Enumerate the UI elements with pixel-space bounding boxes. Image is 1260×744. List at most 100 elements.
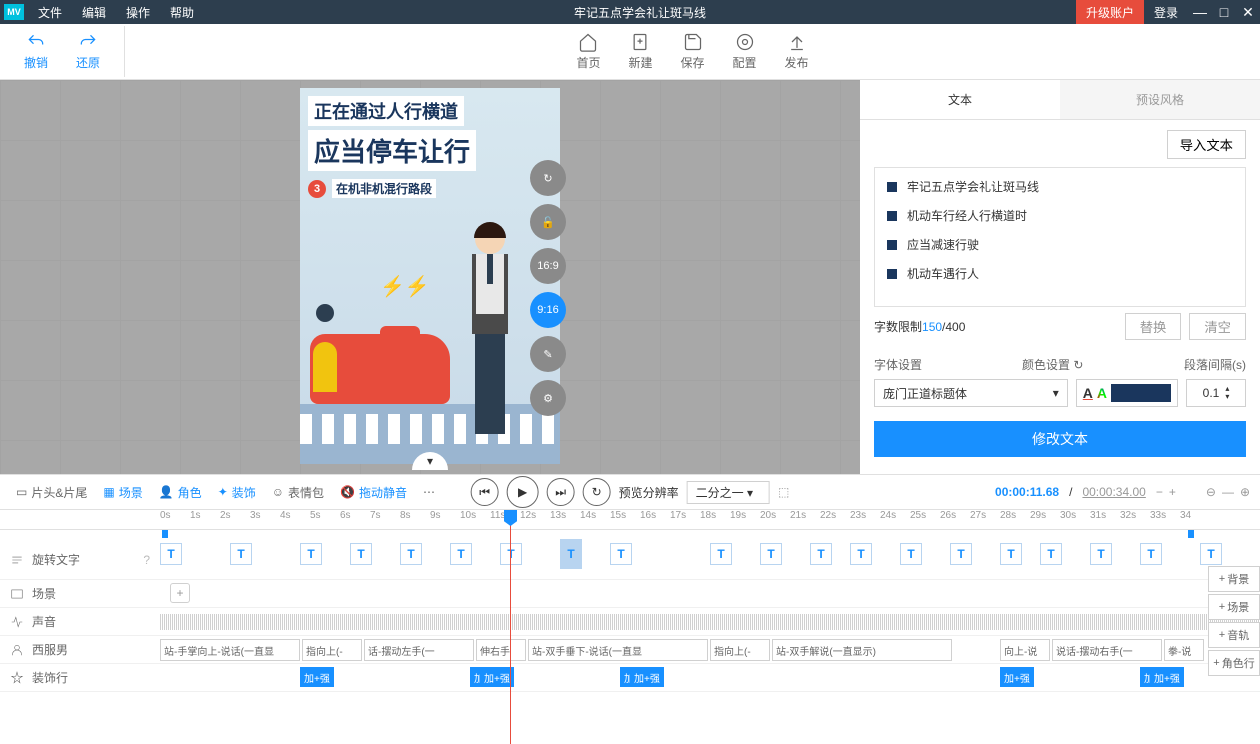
import-text-button[interactable]: 导入文本 bbox=[1167, 130, 1246, 159]
home-button[interactable]: 首页 bbox=[562, 26, 614, 77]
close-icon[interactable]: ✕ bbox=[1236, 4, 1260, 21]
edit-tool-icon[interactable]: ✎ bbox=[530, 336, 566, 372]
deco-clip[interactable]: 加+强 bbox=[1000, 667, 1034, 687]
upgrade-button[interactable]: 升级账户 bbox=[1076, 0, 1144, 24]
ratio-169-button[interactable]: 16:9 bbox=[530, 248, 566, 284]
redo-button[interactable]: 还原 bbox=[62, 26, 114, 77]
zoom-in-icon[interactable]: + bbox=[1169, 485, 1176, 499]
minimize-icon[interactable]: — bbox=[1188, 4, 1212, 20]
canvas-area[interactable]: 正在通过人行横道 应当停车让行 3 在机非机混行路段 ⚡⚡ ↻ 🔓 16:9 9… bbox=[0, 80, 860, 474]
font-select[interactable]: 庞门正道标题体▾ bbox=[874, 379, 1068, 407]
text-clip[interactable]: T bbox=[1040, 543, 1062, 565]
text-item[interactable]: 应当减速行驶 bbox=[875, 230, 1245, 259]
playhead[interactable] bbox=[510, 510, 511, 744]
text-clip[interactable]: T bbox=[560, 539, 582, 569]
menu-help[interactable]: 帮助 bbox=[160, 4, 204, 21]
play-button[interactable]: ▶ bbox=[507, 476, 539, 508]
menu-edit[interactable]: 编辑 bbox=[72, 4, 116, 21]
text-list[interactable]: 牢记五点学会礼让斑马线 机动车行经人行横道时 应当减速行驶 机动车遇行人 bbox=[874, 167, 1246, 307]
gap-stepper[interactable]: 0.1 ▴▾ bbox=[1186, 379, 1246, 407]
text-clip[interactable]: T bbox=[450, 543, 472, 565]
save-button[interactable]: 保存 bbox=[667, 26, 719, 77]
tab-text[interactable]: 文本 bbox=[860, 80, 1060, 119]
text-clip[interactable]: T bbox=[1140, 543, 1162, 565]
action-clip[interactable]: 指向上(- bbox=[302, 639, 362, 661]
add-scene-side-button[interactable]: + 场景 bbox=[1208, 594, 1260, 620]
add-audio-button[interactable]: + 音轨 bbox=[1208, 622, 1260, 648]
zoom-out2-icon[interactable]: ⊖ bbox=[1206, 485, 1216, 499]
text-clip[interactable]: T bbox=[1200, 543, 1222, 565]
text-clip[interactable]: T bbox=[400, 543, 422, 565]
mute-drag-button[interactable]: 🔇 拖动静音 bbox=[334, 480, 413, 505]
role-button[interactable]: 👤 角色 bbox=[153, 480, 208, 505]
head-tail-button[interactable]: ▭ 片头&片尾 bbox=[10, 480, 93, 505]
zoom-out-icon[interactable]: − bbox=[1156, 485, 1163, 499]
action-clip[interactable]: 伸右手 bbox=[476, 639, 526, 661]
deco-clip[interactable]: 加+强 bbox=[1150, 667, 1184, 687]
menu-file[interactable]: 文件 bbox=[28, 4, 72, 21]
color-swatch[interactable] bbox=[1111, 384, 1171, 402]
undo-button[interactable]: 撤销 bbox=[10, 26, 62, 77]
lock-tool-icon[interactable]: 🔓 bbox=[530, 204, 566, 240]
clear-button[interactable]: 清空 bbox=[1189, 313, 1246, 340]
add-bg-button[interactable]: + 背景 bbox=[1208, 566, 1260, 592]
deco-clip[interactable]: 加+强 bbox=[300, 667, 334, 687]
action-clip[interactable]: 站-双手垂下-说话(一直显 bbox=[528, 639, 708, 661]
tab-preset[interactable]: 预设风格 bbox=[1060, 80, 1260, 119]
deco-button[interactable]: ✦ 装饰 bbox=[212, 480, 262, 505]
new-button[interactable]: 新建 bbox=[614, 26, 666, 77]
timeline-ruler[interactable]: 0s1s2s3s4s5s6s7s8s9s10s11s12s13s14s15s16… bbox=[0, 510, 1260, 530]
zoom-in2-icon[interactable]: ⊕ bbox=[1240, 485, 1250, 499]
text-clip[interactable]: T bbox=[350, 543, 372, 565]
deco-clip[interactable]: 加+强 bbox=[480, 667, 514, 687]
config-button[interactable]: 配置 bbox=[719, 26, 771, 77]
canvas[interactable]: 正在通过人行横道 应当停车让行 3 在机非机混行路段 ⚡⚡ bbox=[300, 88, 560, 464]
scene-button[interactable]: ▦ 场景 bbox=[97, 480, 148, 505]
text-clip[interactable]: T bbox=[610, 543, 632, 565]
help-icon[interactable]: ? bbox=[143, 553, 150, 567]
menu-action[interactable]: 操作 bbox=[116, 4, 160, 21]
add-role-row-button[interactable]: + 角色行 bbox=[1208, 650, 1260, 676]
next-button[interactable]: ⏭ bbox=[547, 478, 575, 506]
loop-button[interactable]: ↻ bbox=[583, 478, 611, 506]
text-color-button[interactable]: A bbox=[1083, 385, 1093, 401]
text-clip[interactable]: T bbox=[950, 543, 972, 565]
sound-track[interactable] bbox=[160, 608, 1260, 635]
settings-tool-icon[interactable]: ⚙ bbox=[530, 380, 566, 416]
action-clip[interactable]: 站-手掌向上-说话(一直显 bbox=[160, 639, 300, 661]
text-clip[interactable]: T bbox=[760, 543, 782, 565]
marker-end[interactable] bbox=[1188, 530, 1194, 538]
emoji-button[interactable]: ☺ 表情包 bbox=[266, 480, 330, 505]
text-clip[interactable]: T bbox=[710, 543, 732, 565]
text-item[interactable]: 机动车遇行人 bbox=[875, 259, 1245, 288]
publish-button[interactable]: 发布 bbox=[771, 26, 823, 77]
text-clip[interactable]: T bbox=[1090, 543, 1112, 565]
text-item[interactable]: 机动车行经人行横道时 bbox=[875, 201, 1245, 230]
deco-track[interactable]: 加+强加+强加+强加+强加+强加+强加+强加+强 bbox=[160, 664, 1260, 691]
text-clip[interactable]: T bbox=[900, 543, 922, 565]
text-clip[interactable]: T bbox=[230, 543, 252, 565]
prev-button[interactable]: ⏮ bbox=[471, 478, 499, 506]
action-clip[interactable]: 说话-摆动右手(一 bbox=[1052, 639, 1162, 661]
more-button[interactable]: ⋯ bbox=[417, 481, 441, 503]
action-clip[interactable]: 指向上(- bbox=[710, 639, 770, 661]
maximize-icon[interactable]: □ bbox=[1212, 4, 1236, 20]
text-color-multi-button[interactable]: A bbox=[1097, 385, 1107, 401]
replace-button[interactable]: 替换 bbox=[1125, 313, 1182, 340]
text-clip[interactable]: T bbox=[500, 543, 522, 565]
text-item[interactable]: 牢记五点学会礼让斑马线 bbox=[875, 172, 1245, 201]
scene-track[interactable]: + bbox=[160, 580, 1260, 607]
text-clip[interactable]: T bbox=[850, 543, 872, 565]
text-clip[interactable]: T bbox=[160, 543, 182, 565]
add-scene-button[interactable]: + bbox=[170, 583, 190, 603]
layers-icon[interactable]: ⬚ bbox=[778, 485, 789, 499]
action-clip[interactable]: 话-摆动左手(一 bbox=[364, 639, 474, 661]
marker-start[interactable] bbox=[162, 530, 168, 538]
text-clip[interactable]: T bbox=[300, 543, 322, 565]
text-track[interactable]: TTTTTTTTTTTTTTTTTTTT bbox=[160, 540, 1260, 579]
text-clip[interactable]: T bbox=[1000, 543, 1022, 565]
login-button[interactable]: 登录 bbox=[1144, 4, 1188, 21]
action-clip[interactable]: 向上-说 bbox=[1000, 639, 1050, 661]
refresh-tool-icon[interactable]: ↻ bbox=[530, 160, 566, 196]
deco-clip[interactable]: 加+强 bbox=[630, 667, 664, 687]
